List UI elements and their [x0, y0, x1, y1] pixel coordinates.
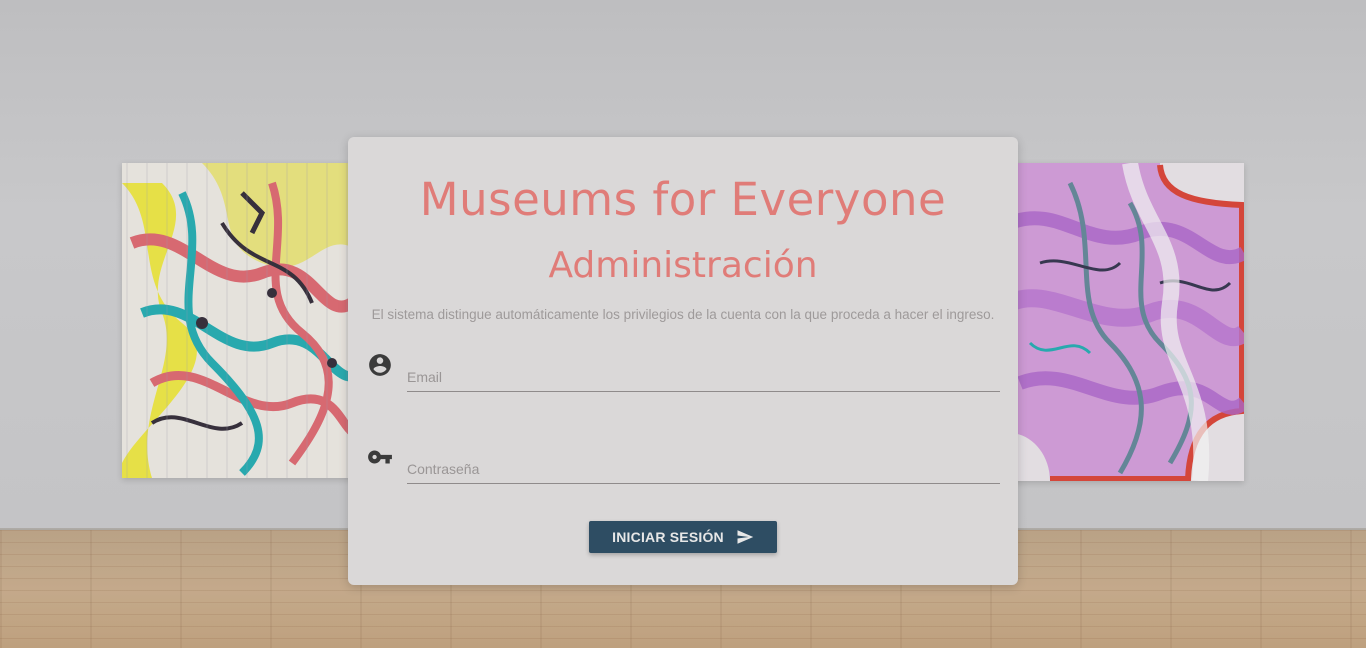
- email-input[interactable]: [407, 362, 1000, 392]
- login-button-label: INICIAR SESIÓN: [612, 529, 724, 545]
- key-icon: [367, 444, 393, 470]
- login-button[interactable]: INICIAR SESIÓN: [589, 521, 777, 553]
- section-title: Administración: [548, 245, 818, 286]
- send-icon: [736, 528, 754, 546]
- app-title: Museums for Everyone: [419, 173, 947, 226]
- password-input[interactable]: [407, 454, 1000, 484]
- account-circle-icon: [367, 352, 393, 378]
- privileges-description: El sistema distingue automáticamente los…: [371, 307, 995, 322]
